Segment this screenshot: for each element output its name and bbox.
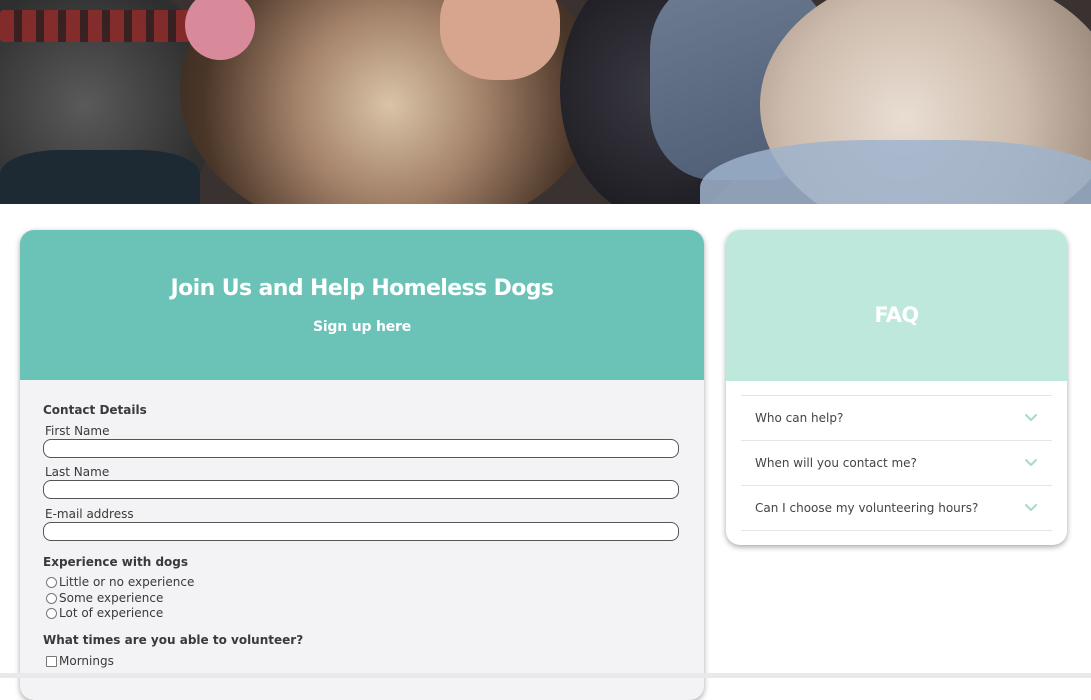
- radio-button[interactable]: [46, 576, 57, 588]
- faq-item[interactable]: Can I choose my volunteering hours?: [741, 486, 1052, 531]
- email-input[interactable]: [43, 522, 679, 541]
- time-option-mornings[interactable]: Mornings: [46, 654, 114, 668]
- signup-title: Join Us and Help Homeless Dogs: [170, 275, 554, 301]
- chevron-down-icon[interactable]: [1024, 503, 1038, 513]
- faq-header: FAQ: [726, 230, 1067, 381]
- email-label: E-mail address: [45, 507, 134, 521]
- experience-option-label: Lot of experience: [59, 606, 164, 620]
- faq-question: Can I choose my volunteering hours?: [755, 501, 979, 515]
- signup-header: Join Us and Help Homeless Dogs Sign up h…: [20, 230, 704, 380]
- last-name-input[interactable]: [43, 480, 679, 499]
- time-option-label: Mornings: [59, 654, 114, 668]
- chevron-down-icon[interactable]: [1024, 458, 1038, 468]
- checkbox[interactable]: [46, 655, 57, 667]
- chevron-down-icon[interactable]: [1024, 413, 1038, 423]
- contact-details-heading: Contact Details: [43, 403, 147, 417]
- faq-question: When will you contact me?: [755, 456, 917, 470]
- experience-heading: Experience with dogs: [43, 555, 189, 569]
- radio-button[interactable]: [46, 607, 57, 619]
- experience-option-lot[interactable]: Lot of experience: [46, 606, 163, 620]
- experience-option-label: Some experience: [59, 591, 164, 605]
- last-name-label: Last Name: [45, 465, 110, 479]
- faq-question: Who can help?: [755, 411, 844, 425]
- volunteer-times-heading: What times are you able to volunteer?: [43, 633, 304, 647]
- faq-item[interactable]: Who can help?: [741, 396, 1052, 441]
- faq-title: FAQ: [874, 302, 919, 327]
- faq-list: Who can help? When will you contact me? …: [741, 395, 1052, 531]
- first-name-label: First Name: [45, 424, 110, 438]
- signup-subtitle: Sign up here: [312, 318, 412, 335]
- signup-card: Join Us and Help Homeless Dogs Sign up h…: [20, 230, 704, 700]
- faq-card: FAQ Who can help? When will you contact …: [726, 230, 1067, 545]
- experience-option-little[interactable]: Little or no experience: [46, 575, 194, 589]
- page-bottom-edge: [0, 673, 1091, 678]
- experience-option-some[interactable]: Some experience: [46, 591, 163, 605]
- hero-dog-photo: [0, 0, 1091, 204]
- experience-option-label: Little or no experience: [59, 575, 195, 589]
- radio-button[interactable]: [46, 592, 57, 604]
- faq-item[interactable]: When will you contact me?: [741, 441, 1052, 486]
- first-name-input[interactable]: [43, 439, 679, 458]
